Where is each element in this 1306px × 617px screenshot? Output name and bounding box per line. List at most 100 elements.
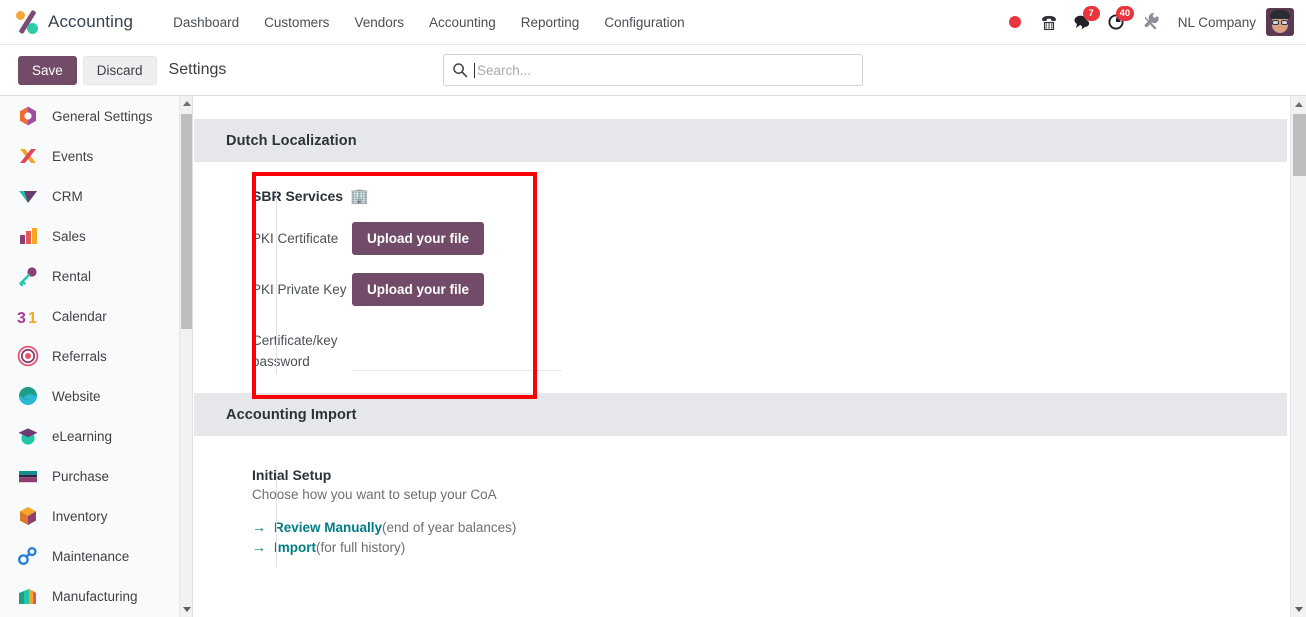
sidebar-item-label: Purchase [52,468,110,484]
field-pki-private-key: PKI Private Key Upload your file [252,273,1287,306]
scroll-up-arrow-icon[interactable] [180,96,193,111]
sidebar-item-website[interactable]: Website [0,376,179,416]
menu-item-customers[interactable]: Customers [252,9,341,36]
review-manually-note: (end of year balances) [382,519,517,535]
certificate-password-input[interactable] [352,349,562,371]
sbr-services-label: SBR Services [252,188,344,204]
import-link[interactable]: Import [274,540,316,555]
activities-button[interactable]: 40 [1100,5,1134,39]
sidebar-item-label: Website [52,388,101,404]
sidebar-item-manufacturing[interactable]: Manufacturing [0,576,179,616]
initial-setup-links: → Review Manually (end of year balances)… [252,519,1287,555]
save-button[interactable]: Save [18,55,77,85]
sidebar-item-inventory[interactable]: Inventory [0,496,179,536]
search-input[interactable]: Search... [443,54,863,86]
discard-button[interactable]: Discard [82,55,157,85]
section-title: Dutch Localization [226,132,357,149]
link-row-import: → Import (for full history) [252,539,1287,555]
scroll-down-arrow-icon[interactable] [1291,601,1306,617]
sidebar-scrollbar-thumb[interactable] [181,114,192,329]
sidebar-item-referrals[interactable]: Referrals [0,336,179,376]
menu-item-accounting[interactable]: Accounting [417,9,508,36]
crm-app-icon [16,184,40,208]
building-icon: 🏢 [350,187,369,205]
settings-content: Dutch Localization SBR Services 🏢 PKI Ce… [194,96,1287,617]
rental-key-icon [16,264,40,288]
sidebar-item-label: Rental [52,268,92,284]
field-label: PKI Certificate [252,231,339,246]
content-scrollbar-thumb[interactable] [1293,114,1306,176]
arrow-right-icon: → [252,539,266,555]
referrals-app-icon [16,344,40,368]
record-dot-icon[interactable] [998,5,1032,39]
events-app-icon [16,144,40,168]
import-note: (for full history) [316,539,406,555]
sidebar-item-label: CRM [52,188,83,204]
sidebar-item-rental[interactable]: Rental [0,256,179,296]
scroll-up-arrow-icon[interactable] [1291,96,1306,112]
sidebar-item-purchase[interactable]: Purchase [0,456,179,496]
sidebar-item-label: Inventory [52,508,108,524]
manufacturing-app-icon [16,584,40,608]
sidebar-item-label: Maintenance [52,548,130,564]
website-app-icon [16,384,40,408]
sbr-services-block: SBR Services 🏢 PKI Certificate Upload yo… [194,162,1287,374]
menu-item-dashboard[interactable]: Dashboard [161,9,251,36]
sidebar-item-general-settings[interactable]: General Settings [0,96,179,136]
section-header-dutch-localization: Dutch Localization [194,119,1287,162]
content-top-spacer [194,96,1287,119]
sidebar-item-crm[interactable]: CRM [0,176,179,216]
sidebar-item-label: Calendar [52,308,107,324]
field-pki-certificate: PKI Certificate Upload your file [252,222,1287,255]
field-label: PKI Private Key [252,282,347,297]
user-avatar[interactable] [1266,8,1294,36]
sidebar-item-label: Sales [52,228,86,244]
svg-text:1: 1 [28,310,37,327]
brand[interactable]: Accounting [0,9,133,35]
systray: 7 40 NL Company [998,5,1306,39]
svg-text:3: 3 [17,310,26,327]
scroll-down-arrow-icon[interactable] [180,602,193,617]
upload-pki-certificate-button[interactable]: Upload your file [352,222,485,255]
sidebar-item-calendar[interactable]: 3 1 Calendar [0,296,179,336]
brand-name: Accounting [48,12,134,31]
menu-item-vendors[interactable]: Vendors [342,9,416,36]
content-scrollbar[interactable] [1290,96,1306,617]
purchase-app-icon [16,464,40,488]
search-icon [453,63,468,78]
sidebar-item-sales[interactable]: Sales [0,216,179,256]
sidebar-item-events[interactable]: Events [0,136,179,176]
initial-setup-title: Initial Setup [252,467,332,483]
arrow-right-icon: → [252,519,266,535]
field-certificate-password: Certificate/key password [252,324,1287,372]
sidebar-item-label: General Settings [52,108,153,124]
elearning-graduation-icon [16,424,40,448]
inventory-box-icon [16,504,40,528]
menu-item-reporting[interactable]: Reporting [509,9,592,36]
link-row-review-manually: → Review Manually (end of year balances) [252,519,1287,535]
tools-icon[interactable] [1134,5,1168,39]
main-menu: Dashboard Customers Vendors Accounting R… [161,9,697,36]
activities-count-badge: 40 [1116,6,1134,21]
upload-pki-private-key-button[interactable]: Upload your file [352,273,485,306]
review-manually-link[interactable]: Review Manually [274,520,382,535]
settings-sidebar[interactable]: General Settings Events CRM Sales Rental… [0,96,180,617]
sidebar-scrollbar[interactable] [180,96,193,617]
sidebar-item-label: eLearning [52,428,113,444]
sidebar-item-label: Referrals [52,348,107,364]
top-navbar: Accounting Dashboard Customers Vendors A… [0,0,1306,45]
field-label: Certificate/key password [252,333,338,369]
menu-item-configuration[interactable]: Configuration [592,9,696,36]
messages-button[interactable]: 7 [1066,5,1100,39]
calendar-31-icon: 3 1 [16,304,40,328]
phone-dialpad-icon[interactable] [1032,5,1066,39]
block-left-rule [276,188,277,374]
sales-app-icon [16,224,40,248]
sbr-services-title: SBR Services 🏢 [252,188,1287,204]
sidebar-item-maintenance[interactable]: Maintenance [0,536,179,576]
sidebar-item-elearning[interactable]: eLearning [0,416,179,456]
section-header-accounting-import: Accounting Import [194,393,1287,436]
company-switcher[interactable]: NL Company [1168,15,1266,30]
section-title: Accounting Import [226,406,357,423]
text-caret [474,62,475,78]
